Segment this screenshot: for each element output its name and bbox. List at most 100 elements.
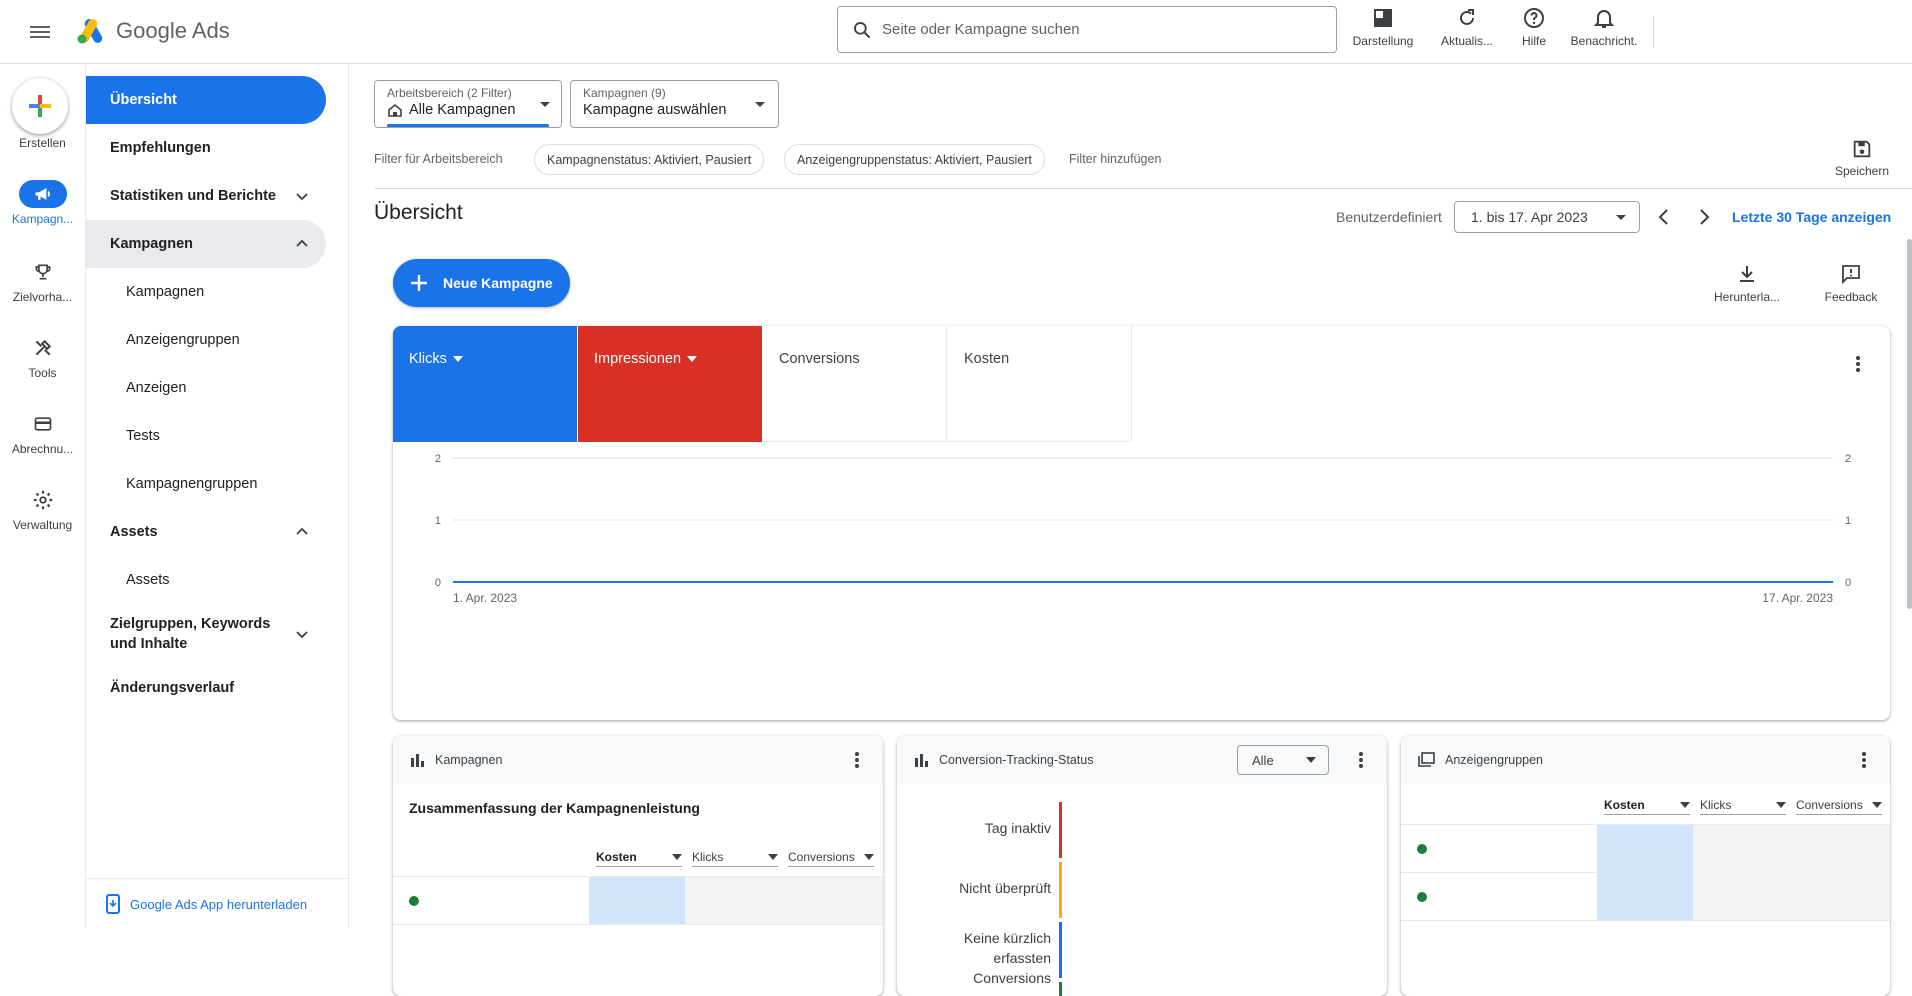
rail-item-campaigns[interactable]: Kampagn... bbox=[0, 180, 85, 226]
new-campaign-button[interactable]: Neue Kampagne bbox=[393, 259, 570, 307]
header-divider bbox=[374, 188, 1912, 189]
appearance-label: Darstellung bbox=[1352, 34, 1414, 48]
column-header-clicks[interactable]: Klicks bbox=[1700, 798, 1786, 815]
tools-icon bbox=[19, 334, 67, 362]
nav-item-audiences[interactable]: Zielgruppen, Keywords und Inhalte bbox=[86, 604, 326, 664]
workspace-selector[interactable]: Arbeitsbereich (2 Filter) Alle Kampagnen bbox=[374, 80, 562, 128]
metric-tab-clicks[interactable]: Klicks bbox=[393, 326, 577, 442]
refresh-icon bbox=[1460, 9, 1474, 25]
column-header-clicks-label: Klicks bbox=[692, 850, 724, 864]
last-30-days-link[interactable]: Letzte 30 Tage anzeigen bbox=[1732, 209, 1891, 225]
create-button[interactable] bbox=[12, 78, 68, 134]
nav-audiences-label: Zielgruppen, Keywords und Inhalte bbox=[110, 616, 271, 652]
nav-item-recommendations[interactable]: Empfehlungen bbox=[86, 124, 326, 172]
column-header-conversions-label: Conversions bbox=[1796, 798, 1863, 812]
metric-tab-costs[interactable]: Kosten bbox=[948, 326, 1132, 442]
feedback-icon bbox=[1842, 265, 1860, 284]
nav-item-adgroups[interactable]: Anzeigengruppen bbox=[86, 316, 326, 364]
nav-item-assets[interactable]: Assets bbox=[86, 556, 326, 604]
conversion-filter-dropdown[interactable]: Alle bbox=[1237, 745, 1329, 775]
chevron-right-icon[interactable] bbox=[1694, 207, 1714, 227]
y-tick-right-0: 0 bbox=[1845, 577, 1851, 589]
status-dot-enabled bbox=[1417, 892, 1427, 902]
save-icon bbox=[1853, 140, 1871, 158]
download-label: Herunterla... bbox=[1713, 290, 1781, 304]
y-tick-right-1: 1 bbox=[1845, 515, 1851, 527]
metric-tab-conversions[interactable]: Conversions bbox=[763, 326, 947, 442]
search-box[interactable] bbox=[837, 6, 1337, 53]
download-app-label: Google Ads App herunterladen bbox=[130, 896, 308, 912]
rail-item-admin[interactable]: Verwaltung bbox=[0, 486, 85, 532]
column-header-clicks[interactable]: Klicks bbox=[692, 850, 778, 867]
nav-item-tests[interactable]: Tests bbox=[86, 412, 326, 460]
table-cell-shaded bbox=[685, 877, 883, 924]
filter-chip-campaign-status[interactable]: Kampagnenstatus: Aktiviert, Pausiert bbox=[534, 144, 765, 175]
menu-icon[interactable] bbox=[28, 20, 52, 44]
scrollbar[interactable] bbox=[1907, 239, 1912, 609]
column-header-conversions[interactable]: Conversions bbox=[788, 850, 874, 867]
help-button[interactable]: Hilfe bbox=[1510, 6, 1558, 56]
rail-billing-label: Abrechnu... bbox=[11, 442, 74, 456]
column-header-costs-label: Kosten bbox=[596, 850, 637, 864]
nav-item-campaigns[interactable]: Kampagnen bbox=[86, 268, 326, 316]
refresh-button[interactable]: Aktualis... bbox=[1435, 6, 1499, 56]
metric-costs-label: Kosten bbox=[964, 351, 1010, 367]
metric-tab-impressions[interactable]: Impressionen bbox=[578, 326, 762, 442]
rail-item-tools[interactable]: Tools bbox=[0, 334, 85, 380]
layers-icon bbox=[1418, 752, 1435, 767]
nav-item-ads[interactable]: Anzeigen bbox=[86, 364, 326, 412]
nav-recommendations-label: Empfehlungen bbox=[110, 140, 211, 156]
nav-adgroups-label: Anzeigengruppen bbox=[126, 332, 240, 348]
save-button[interactable]: Speichern bbox=[1830, 138, 1894, 178]
nav-item-campaigns-group[interactable]: Kampagnen bbox=[86, 220, 326, 268]
appearance-button[interactable]: Darstellung bbox=[1348, 6, 1418, 56]
nav-change-history-label: Änderungsverlauf bbox=[110, 680, 235, 696]
nav-item-insights[interactable]: Statistiken und Berichte bbox=[86, 172, 326, 220]
column-header-costs[interactable]: Kosten bbox=[596, 850, 682, 867]
y-tick-right-2: 2 bbox=[1845, 453, 1851, 465]
more-vert-icon[interactable] bbox=[1351, 750, 1371, 770]
date-range-picker[interactable]: 1. bis 17. Apr 2023 bbox=[1454, 201, 1640, 233]
more-vert-icon[interactable] bbox=[1854, 750, 1874, 770]
status-bar-tag-inactive bbox=[1059, 802, 1062, 858]
app-name: Google Ads bbox=[116, 18, 230, 43]
google-ads-logo[interactable]: Google Ads bbox=[76, 15, 230, 47]
feedback-label: Feedback bbox=[1824, 290, 1878, 304]
metric-conversions-label: Conversions bbox=[779, 351, 860, 367]
y-tick-left-0: 0 bbox=[435, 577, 441, 589]
search-input[interactable] bbox=[882, 21, 1302, 38]
add-filter-link[interactable]: Filter hinzufügen bbox=[1069, 152, 1161, 166]
search-icon bbox=[854, 21, 871, 38]
table-cell-shaded bbox=[1693, 825, 1890, 920]
column-header-costs[interactable]: Kosten bbox=[1604, 798, 1690, 815]
nav-item-change-history[interactable]: Änderungsverlauf bbox=[86, 664, 326, 712]
status-bar-not-verified bbox=[1059, 862, 1062, 918]
status-label-no-recent: Keine kürzlich erfassten Conversions bbox=[963, 930, 1051, 986]
status-bar-no-recent bbox=[1059, 922, 1062, 978]
nav-item-assets-group[interactable]: Assets bbox=[86, 508, 326, 556]
rail-campaigns-label: Kampagn... bbox=[11, 212, 74, 226]
rail-item-billing[interactable]: Abrechnu... bbox=[0, 410, 85, 456]
download-app-link[interactable]: Google Ads App herunterladen bbox=[104, 894, 307, 914]
column-header-costs-label: Kosten bbox=[1604, 798, 1645, 812]
dropdown-arrow-icon bbox=[1872, 802, 1882, 808]
date-range-value: 1. bis 17. Apr 2023 bbox=[1471, 209, 1588, 225]
download-button[interactable]: Herunterla... bbox=[1712, 264, 1782, 304]
google-ads-logo-icon bbox=[77, 19, 103, 44]
filter-chip-adgroup-status-label: Anzeigengruppenstatus: Aktiviert, Pausie… bbox=[797, 152, 1032, 167]
nav-item-campaign-groups[interactable]: Kampagnengruppen bbox=[86, 460, 326, 508]
rail-item-goals[interactable]: Zielvorha... bbox=[0, 258, 85, 304]
feedback-button[interactable]: Feedback bbox=[1816, 264, 1886, 304]
more-vert-icon[interactable] bbox=[1848, 354, 1868, 374]
column-header-conversions[interactable]: Conversions bbox=[1796, 798, 1882, 815]
chevron-left-icon[interactable] bbox=[1654, 207, 1674, 227]
row-divider bbox=[1401, 872, 1597, 873]
line-chart: 0 0 1 1 2 2 1. Apr. 2023 17. Apr. 2023 bbox=[435, 453, 1851, 605]
more-vert-icon[interactable] bbox=[847, 750, 867, 770]
nav-item-overview[interactable]: Übersicht bbox=[86, 76, 326, 124]
filter-chip-adgroup-status[interactable]: Anzeigengruppenstatus: Aktiviert, Pausie… bbox=[784, 144, 1045, 175]
notifications-button[interactable]: Benachricht. bbox=[1566, 6, 1642, 56]
campaign-selector[interactable]: Kampagnen (9) Kampagne auswählen bbox=[570, 80, 779, 128]
page-title: Übersicht bbox=[374, 201, 463, 224]
plus-icon bbox=[411, 275, 427, 291]
